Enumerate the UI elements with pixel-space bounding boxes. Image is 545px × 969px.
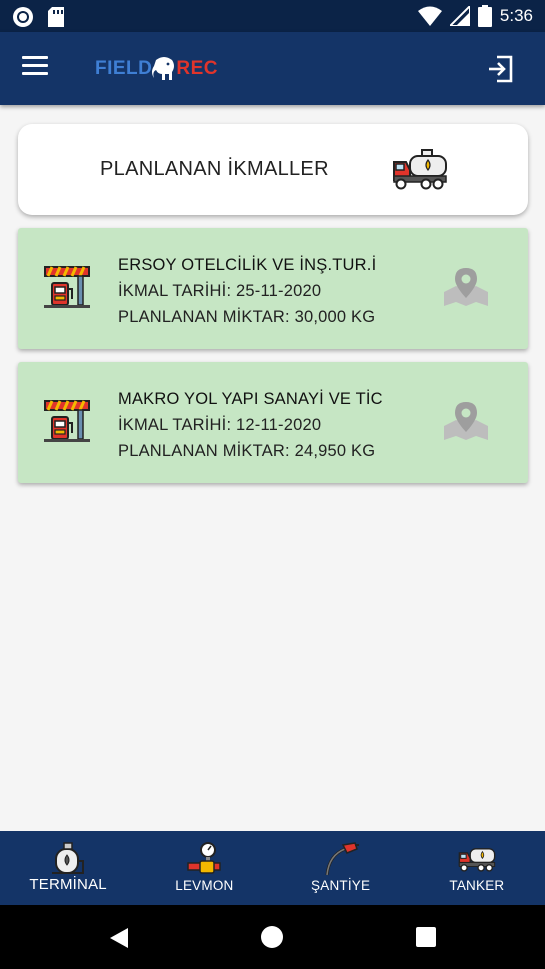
nav-levmon-label: LEVMON [175, 878, 234, 893]
sd-card-icon [48, 7, 64, 27]
fuel-nozzle-icon [323, 841, 359, 882]
planned-refuelings-header: PLANLANAN İKMALLER [18, 124, 528, 215]
fuel-tanker-truck-icon [392, 146, 448, 195]
customer-name: ERSOY OTELCİLİK VE İNŞ.TUR.İ [118, 256, 377, 274]
card-text: ERSOY OTELCİLİK VE İNŞ.TUR.İ İKMAL TARİH… [118, 252, 376, 330]
battery-icon [477, 5, 492, 27]
back-icon[interactable] [108, 926, 130, 950]
nav-terminal-label: TERMİNAL [29, 876, 107, 893]
app-logo: FIELD REC [95, 54, 218, 84]
card-text: MAKRO YOL YAPI SANAYİ VE TİC İKMAL TARİH… [118, 386, 383, 464]
recent-apps-icon[interactable] [416, 927, 436, 947]
nav-tanker[interactable]: TANKER [409, 831, 545, 905]
refuel-date: İKMAL TARİHİ: 12-11-2020 [118, 416, 322, 434]
planned-amount: PLANLANAN MİKTAR: 30,000 KG [118, 308, 376, 326]
logo-rec-text: REC [176, 58, 219, 79]
refuel-date: İKMAL TARİHİ: 25-11-2020 [118, 282, 322, 300]
hamburger-menu-icon[interactable] [22, 56, 52, 82]
app-bar: FIELD REC [0, 32, 545, 105]
elephant-logo-icon [152, 57, 175, 80]
refueling-card[interactable]: MAKRO YOL YAPI SANAYİ VE TİC İKMAL TARİH… [18, 362, 528, 483]
status-right: 5:36 [417, 5, 533, 27]
status-bar: 5:36 [0, 0, 545, 32]
map-pin-icon[interactable] [442, 400, 490, 447]
refueling-card[interactable]: ERSOY OTELCİLİK VE İNŞ.TUR.İ İKMAL TARİH… [18, 228, 528, 349]
nav-terminal[interactable]: TERMİNAL [0, 831, 136, 905]
nav-levmon[interactable]: LEVMON [136, 831, 272, 905]
bottom-navigation: TERMİNAL LEVMON ŞANTİYE TANKER [0, 831, 545, 905]
home-icon[interactable] [261, 926, 283, 948]
customer-name: MAKRO YOL YAPI SANAYİ VE TİC [118, 390, 383, 408]
page-title: PLANLANAN İKMALLER [100, 158, 329, 180]
nav-santiye[interactable]: ŞANTİYE [273, 831, 409, 905]
status-left [12, 6, 64, 28]
nav-tanker-label: TANKER [449, 878, 505, 893]
status-time: 5:36 [499, 6, 533, 25]
nav-santiye-label: ŞANTİYE [311, 878, 371, 893]
pressure-valve-icon [186, 841, 222, 882]
wifi-icon [417, 6, 442, 26]
logo-field-text: FIELD [95, 58, 153, 79]
logout-icon[interactable] [485, 54, 515, 84]
tanker-truck-icon [458, 841, 496, 878]
map-pin-icon[interactable] [442, 266, 490, 313]
signal-icon [449, 6, 470, 26]
gas-station-icon [44, 265, 90, 314]
planned-amount: PLANLANAN MİKTAR: 24,950 KG [118, 442, 376, 460]
record-notification-icon [13, 7, 33, 27]
gas-station-icon [44, 399, 90, 448]
system-navigation-bar [0, 905, 545, 969]
